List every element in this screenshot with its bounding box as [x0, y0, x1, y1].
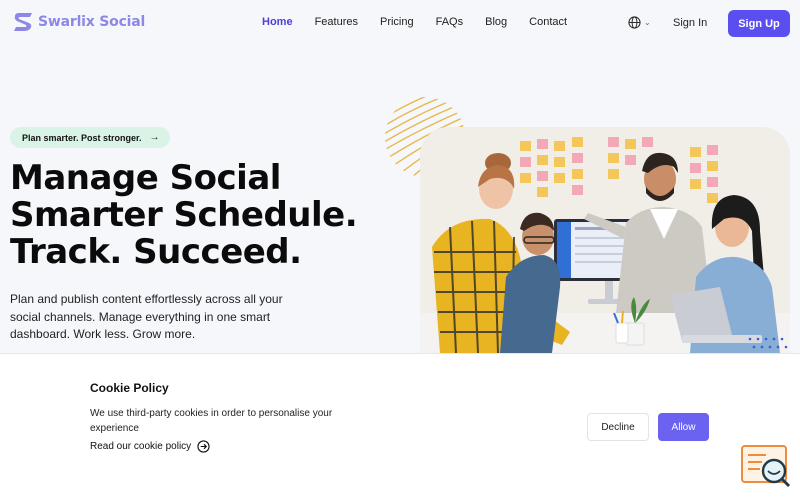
cookie-policy-link[interactable]: Read our cookie policy: [90, 440, 210, 453]
allow-button[interactable]: Allow: [658, 413, 709, 441]
globe-icon: [628, 16, 641, 29]
decline-button[interactable]: Decline: [587, 413, 649, 441]
main-nav: Home Features Pricing FAQs Blog Contact: [262, 16, 589, 28]
cookie-policy-link-label: Read our cookie policy: [90, 441, 192, 452]
nav-blog[interactable]: Blog: [485, 16, 507, 28]
nav-contact[interactable]: Contact: [529, 16, 567, 28]
hero-badge[interactable]: Plan smarter. Post stronger. →: [10, 127, 170, 148]
nav-pricing[interactable]: Pricing: [380, 16, 414, 28]
site-header: Swarlix Social Home Features Pricing FAQ…: [0, 0, 800, 46]
team-illustration: [420, 127, 790, 353]
nav-faqs[interactable]: FAQs: [436, 16, 464, 28]
language-selector[interactable]: ⌄: [628, 16, 651, 29]
arrow-right-icon: →: [149, 132, 160, 143]
nav-home[interactable]: Home: [262, 16, 293, 28]
arrow-circle-right-icon: [197, 440, 210, 453]
help-chat-icon[interactable]: [740, 444, 792, 490]
cookie-title: Cookie Policy: [90, 381, 169, 395]
hero-badge-label: Plan smarter. Post stronger.: [22, 132, 142, 143]
hero-title-line: Smarter Schedule.: [10, 195, 358, 235]
nav-features[interactable]: Features: [315, 16, 358, 28]
hero-title-line: Manage Social: [10, 158, 281, 198]
sign-up-button[interactable]: Sign Up: [728, 10, 790, 37]
hero-title: Manage Social Smarter Schedule. Track. S…: [10, 160, 390, 271]
brand-name: Swarlix Social: [38, 14, 146, 30]
cookie-banner: Cookie Policy We use third-party cookies…: [0, 353, 800, 500]
hero-description: Plan and publish content effortlessly ac…: [10, 292, 283, 341]
cookie-text: We use third-party cookies in order to p…: [90, 408, 333, 434]
logo-icon: [14, 13, 32, 31]
hero-title-line: Track. Succeed.: [10, 232, 302, 272]
sign-in-link[interactable]: Sign In: [673, 17, 707, 29]
chevron-down-icon: ⌄: [644, 18, 651, 27]
hero-team-photo: [420, 127, 790, 353]
brand-logo[interactable]: Swarlix Social: [12, 12, 145, 32]
